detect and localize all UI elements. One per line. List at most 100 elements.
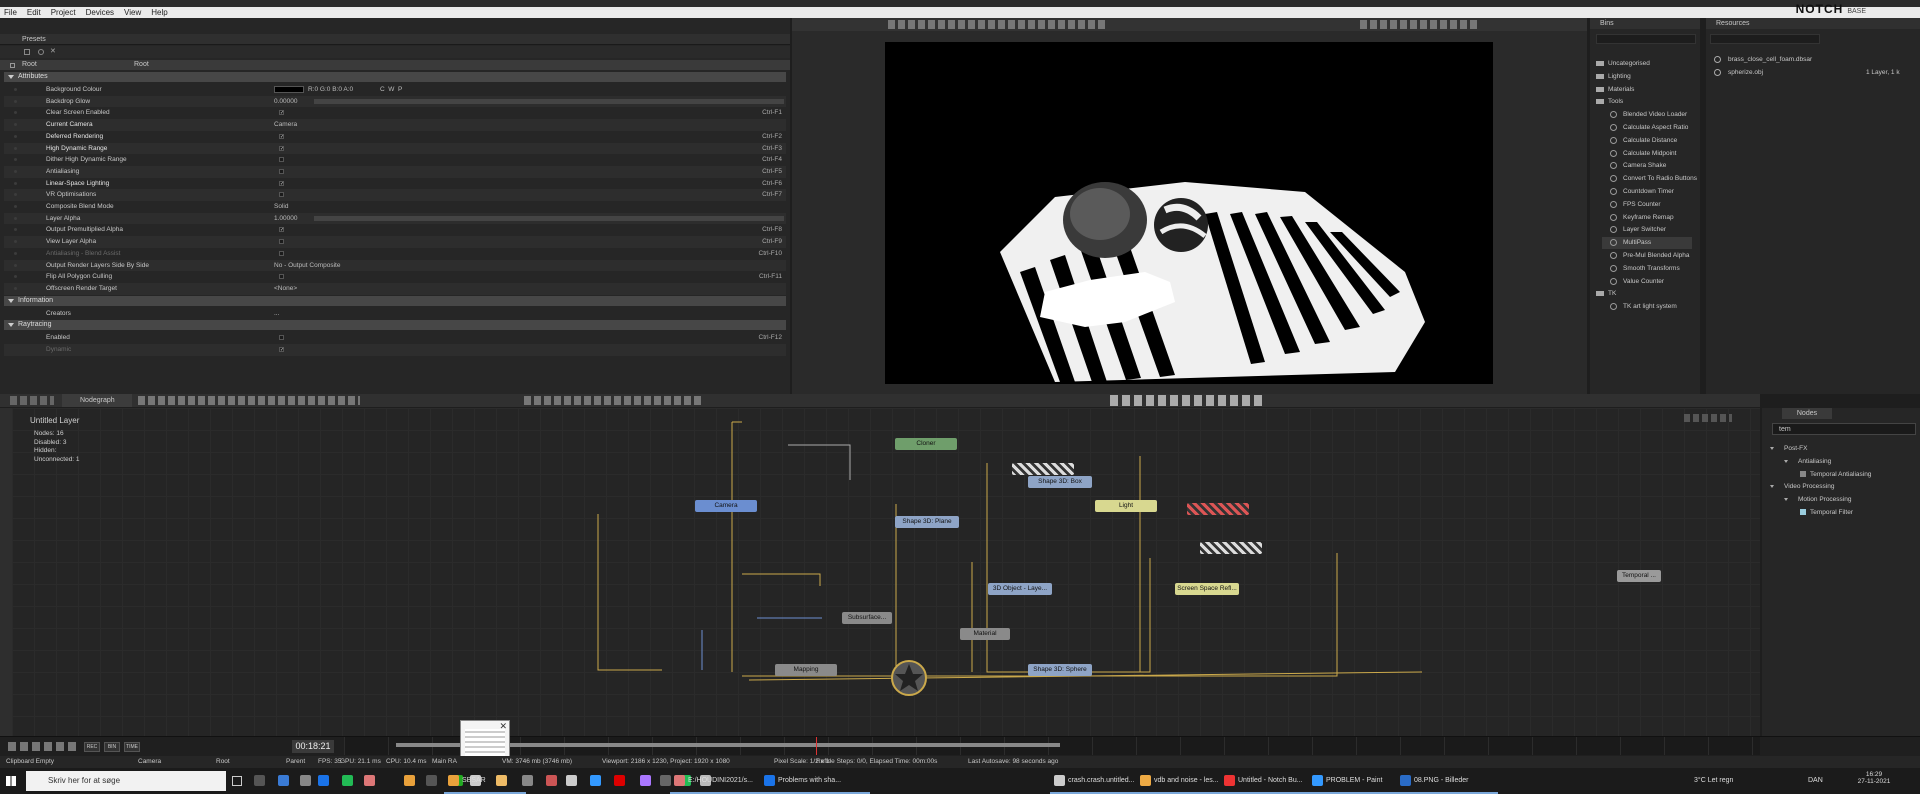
bin-tool-item[interactable]: Smooth Transforms	[1623, 263, 1680, 275]
taskbar-search-input[interactable]: Skriv her for at søge	[26, 771, 226, 791]
attribute-value[interactable]: No - Output Composite	[274, 260, 340, 272]
taskbar-app-icon[interactable]	[278, 775, 289, 786]
bin-tool-item[interactable]: Keyframe Remap	[1623, 212, 1674, 224]
viewport-view-icons[interactable]	[1360, 20, 1480, 29]
node-mapping[interactable]: Mapping	[775, 664, 837, 676]
attribute-row[interactable]: Dither High Dynamic Range Ctrl-F4	[4, 154, 786, 166]
close-icon[interactable]: ✕	[50, 48, 58, 56]
section-information[interactable]: Information	[4, 295, 786, 306]
attribute-value[interactable]: 0.00000	[274, 96, 298, 108]
attribute-row[interactable]: Flip All Polygon Culling Ctrl-F11	[4, 271, 786, 283]
attribute-value[interactable]: <None>	[274, 283, 297, 295]
timecode-display[interactable]: 00:18:21	[292, 740, 334, 753]
attribute-row[interactable]: Dynamic ✓	[4, 344, 786, 356]
target-icon[interactable]	[38, 49, 44, 55]
disabled-node[interactable]	[1012, 463, 1074, 475]
bin-folder-tk[interactable]: TK	[1608, 288, 1616, 299]
taskbar-app-icon[interactable]	[614, 775, 625, 786]
attribute-row[interactable]: Deferred Rendering ✓ Ctrl-F2	[4, 131, 786, 143]
bin-folder-tools[interactable]: Tools	[1608, 96, 1623, 107]
root-star-node[interactable]	[889, 658, 929, 698]
node-shape-3d-plane[interactable]: Shape 3D: Plane	[895, 516, 959, 528]
nodegraph-mode-icons[interactable]	[10, 396, 54, 405]
attribute-row[interactable]: High Dynamic Range ✓ Ctrl-F3	[4, 142, 786, 155]
node-screen-space-refl[interactable]: Screen Space Refl...	[1175, 583, 1239, 595]
bin-tool-item[interactable]: Pre-Mul Blended Alpha	[1623, 250, 1690, 262]
taskbar-window-button[interactable]: Problems with sha...	[778, 771, 866, 791]
attribute-row[interactable]: Output Render Layers Side By Side No - Ou…	[4, 259, 786, 272]
menu-item-file[interactable]: File	[4, 8, 17, 17]
bin-tool-item[interactable]: MultiPass	[1623, 237, 1651, 249]
attribute-slider[interactable]	[314, 215, 784, 221]
filter-icon[interactable]	[24, 49, 30, 55]
taskbar-app-icon[interactable]	[342, 775, 353, 786]
bin-folder-uncategorised[interactable]: Uncategorised	[1608, 58, 1650, 69]
attribute-value[interactable]: Camera	[274, 119, 297, 131]
timeline-bin-button[interactable]: BIN	[104, 742, 120, 752]
task-view-icon[interactable]	[232, 776, 242, 786]
taskbar-window-button[interactable]: SBSAR	[462, 771, 522, 791]
node-3d-object-laye[interactable]: 3D Object - Laye...	[988, 583, 1052, 595]
resource-item[interactable]: brass_close_cell_foam.dbsar	[1728, 54, 1812, 65]
taskbar-app-icon[interactable]	[566, 775, 577, 786]
attribute-row[interactable]: Enabled Ctrl-F12	[4, 332, 786, 344]
taskbar-window-button[interactable]: Untitled - Notch Bu...	[1238, 771, 1320, 791]
attribute-row[interactable]: Linear-Space Lighting ✓ Ctrl-F6	[4, 178, 786, 190]
bin-tool-item[interactable]: Convert To Radio Buttons	[1623, 173, 1697, 185]
attribute-row[interactable]: Composite Blend Mode Solid	[4, 201, 786, 213]
taskbar-window-button[interactable]: 08.PNG - Billeder	[1414, 771, 1494, 791]
attribute-row[interactable]: Antialiasing Ctrl-F5	[4, 165, 786, 178]
menu-item-devices[interactable]: Devices	[86, 8, 114, 17]
nodegraph-side-tabs[interactable]	[0, 408, 12, 736]
attribute-value[interactable]: 1.00000	[274, 213, 298, 225]
tab-nodegraph[interactable]: Nodegraph	[62, 394, 132, 407]
attribute-checkbox[interactable]: ✓	[279, 133, 284, 139]
attribute-row[interactable]: Offscreen Render Target <None>	[4, 282, 786, 295]
bin-tool-item[interactable]: TK art light system	[1623, 301, 1677, 313]
attribute-row[interactable]: Backdrop Glow 0.00000	[4, 95, 786, 108]
menu-item-project[interactable]: Project	[51, 8, 76, 17]
node-cloner[interactable]: Cloner	[895, 438, 957, 450]
bin-tool-item[interactable]: Calculate Aspect Ratio	[1623, 122, 1688, 134]
attribute-slider[interactable]	[314, 98, 784, 104]
attribute-checkbox[interactable]	[279, 335, 284, 341]
taskbar-app-icon[interactable]	[318, 775, 329, 786]
bin-tool-item[interactable]: Camera Shake	[1623, 160, 1666, 172]
clock[interactable]: 16:29 27-11-2021	[1856, 771, 1892, 785]
playhead[interactable]	[816, 737, 817, 755]
timeline-rec-button[interactable]: REC	[84, 742, 100, 752]
attribute-checkbox[interactable]	[279, 239, 284, 245]
timeline-track[interactable]	[344, 737, 1760, 755]
viewport-tool-icons[interactable]	[888, 20, 1108, 29]
timeline-transport-icons[interactable]	[8, 742, 78, 751]
attribute-row[interactable]: Clear Screen Enabled ✓ Ctrl-F1	[4, 107, 786, 119]
language-indicator[interactable]: DAN	[1808, 771, 1823, 791]
attribute-row[interactable]: Antialiasing - Blend Assist Ctrl-F10	[4, 248, 786, 260]
attribute-row[interactable]: VR Optimisations Ctrl-F7	[4, 189, 786, 201]
colour-swatch[interactable]	[274, 86, 304, 93]
menu-item-view[interactable]: View	[124, 8, 141, 17]
taskbar-app-icon[interactable]	[426, 775, 437, 786]
bins-search-input[interactable]	[1596, 34, 1696, 44]
taskbar-app-icon[interactable]	[546, 775, 557, 786]
taskbar-window-button[interactable]: E:/HOUDINI2021/s...	[688, 771, 770, 791]
disabled-node[interactable]	[1200, 542, 1262, 554]
taskbar-app-icon[interactable]	[640, 775, 651, 786]
node-shape-3d-box[interactable]: Shape 3D: Box	[1028, 476, 1092, 488]
collapse-arrow-icon[interactable]	[1784, 498, 1788, 502]
bin-tool-item[interactable]: Layer Switcher	[1623, 224, 1666, 236]
attribute-checkbox[interactable]	[279, 157, 284, 163]
node-subsurface[interactable]: Subsurface...	[842, 612, 892, 624]
attribute-checkbox[interactable]: ✓	[279, 227, 284, 233]
timeline-time-button[interactable]: TIME	[124, 742, 140, 752]
resources-search-input[interactable]	[1710, 34, 1820, 44]
bin-folder-materials[interactable]: Materials	[1608, 84, 1634, 95]
attribute-checkbox[interactable]: ✓	[279, 347, 284, 353]
nodes-tab[interactable]: Nodes	[1782, 408, 1832, 419]
section-raytracing[interactable]: Raytracing	[4, 320, 786, 331]
menu-item-help[interactable]: Help	[151, 8, 167, 17]
attribute-row[interactable]: Layer Alpha 1.00000	[4, 212, 786, 225]
attribute-checkbox[interactable]: ✓	[279, 145, 284, 151]
render-viewport[interactable]	[885, 42, 1493, 384]
bin-folder-lighting[interactable]: Lighting	[1608, 71, 1631, 82]
